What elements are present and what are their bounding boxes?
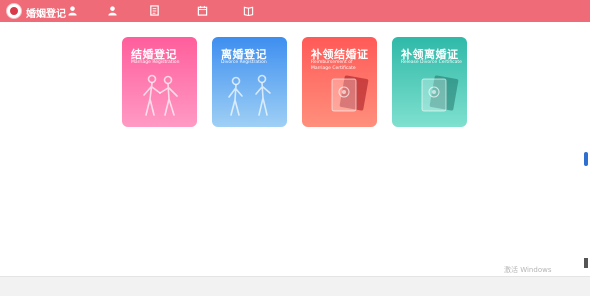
scrollbar-end[interactable] (584, 258, 588, 268)
site-brand-title: 婚姻登记 (26, 9, 66, 20)
scrollbar-handle[interactable] (584, 152, 588, 166)
notice-line (122, 174, 442, 182)
book-icon (243, 6, 254, 16)
separating-couple-illustration-icon (228, 74, 271, 116)
card-subtitle: Release Divorce Certificate (401, 60, 462, 65)
nav-item-3[interactable] (149, 4, 197, 18)
page-footer (0, 276, 590, 296)
notice-line (122, 166, 442, 174)
person-icon (68, 6, 77, 16)
notice-line (122, 150, 442, 158)
divorce-registration-card[interactable]: 离婚登记 Divorce Registration (212, 37, 287, 127)
card-subtitle: Reimbursement of Marriage Certificate (311, 60, 356, 71)
agreement-row (163, 196, 433, 204)
document-icon (150, 5, 159, 16)
divorce-certificate-icon (421, 75, 459, 112)
card-subtitle: Marriage Registration (131, 60, 180, 65)
marriage-registry-logo-icon (6, 3, 22, 19)
activate-windows-watermark: 激活 Windows (504, 266, 552, 274)
couple-illustration-icon (143, 74, 178, 116)
notice-line (122, 158, 442, 166)
notice-line (122, 182, 442, 190)
calendar-icon (197, 5, 208, 16)
notice-heading (122, 142, 442, 150)
person-icon (108, 6, 117, 16)
reissue-divorce-certificate-card[interactable]: 补领离婚证 Release Divorce Certificate (392, 37, 467, 127)
nav-item-4[interactable] (197, 4, 245, 18)
nav-item-5[interactable] (243, 4, 283, 18)
top-header-bar: 婚姻登记 (0, 0, 590, 22)
notice-section (122, 142, 442, 190)
marriage-certificate-icon (331, 75, 369, 112)
marriage-registration-card[interactable]: 结婚登记 Marriage Registration (122, 37, 197, 127)
card-subtitle: Divorce Registration (221, 60, 267, 65)
reissue-marriage-certificate-card[interactable]: 补领结婚证 Reimbursement of Marriage Certific… (302, 37, 377, 127)
